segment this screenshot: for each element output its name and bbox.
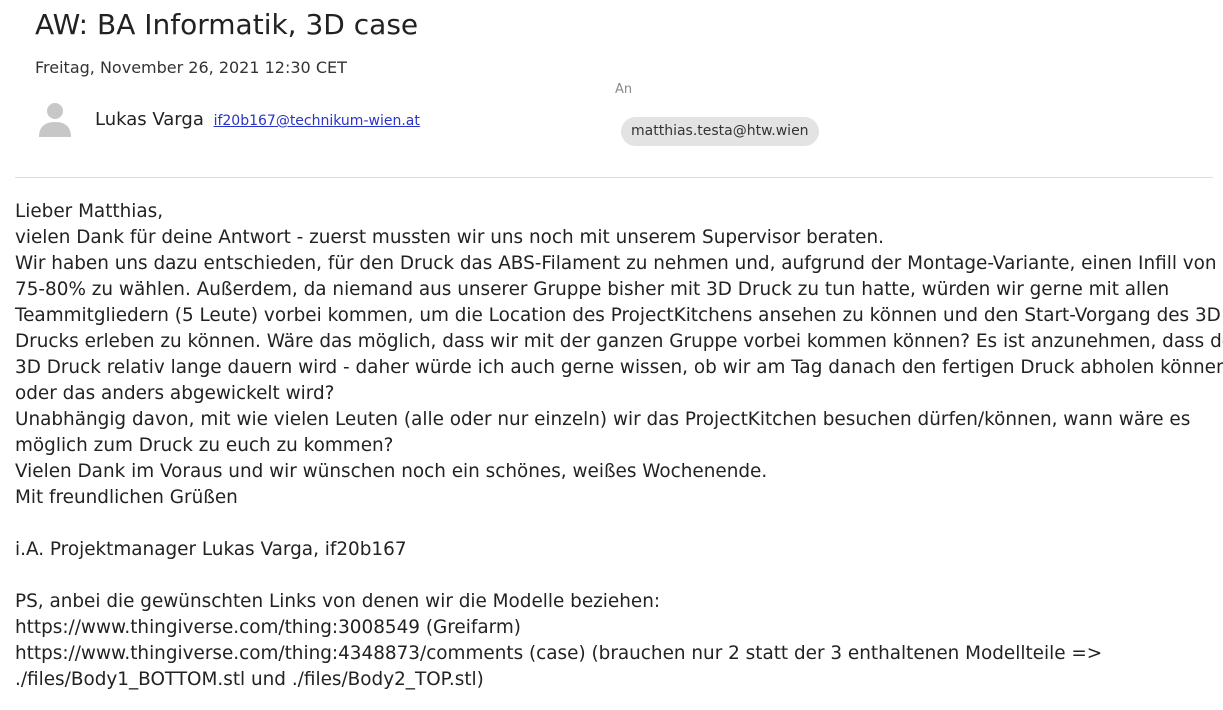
body-line: 3D Druck relativ lange dauern wird - dah… [15,357,1223,378]
body-line [15,511,1215,537]
body-line: Drucks erleben zu können. Wäre das mögli… [15,331,1223,352]
body-line: Vielen Dank im Voraus und wir wünschen n… [15,461,768,482]
header-divider [15,177,1213,178]
body-line: oder das anders abgewickelt wird? [15,383,335,404]
body-line: Mit freundlichen Grüßen [15,487,238,508]
email-date: Freitag, November 26, 2021 12:30 CET [35,58,347,77]
body-line: Unabhängig davon, mit wie vielen Leuten … [15,409,1191,430]
to-label: An [615,82,633,97]
email-body: Lieber Matthias, vielen Dank für deine A… [15,199,1223,693]
sender-name: Lukas Varga [95,109,204,130]
link-text: https://www.thingiverse.com/thing:300854… [15,617,521,638]
recipient-chip[interactable]: matthias.testa@htw.wien [621,117,819,146]
sender-avatar [37,101,73,137]
body-line: möglich zum Druck zu euch zu kommen? [15,435,394,456]
body-line: ./files/Body1_BOTTOM.stl und ./files/Bod… [15,669,484,690]
link-text: https://www.thingiverse.com/thing:434887… [15,643,1103,664]
sender-email-link[interactable]: if20b167@technikum-wien.at [214,113,420,129]
person-icon [39,103,71,137]
email-subject: AW: BA Informatik, 3D case [35,8,419,41]
sender-line: Lukas Varga if20b167@technikum-wien.at [95,108,420,133]
body-line: Lieber Matthias, [15,201,164,222]
body-line: vielen Dank für deine Antwort - zuerst m… [15,227,884,248]
body-line: PS, anbei die gewünschten Links von dene… [15,591,661,612]
body-line [15,563,1215,589]
body-line: Wir haben uns dazu entschieden, für den … [15,253,1217,274]
body-line: 75-80% zu wählen. Außerdem, da niemand a… [15,279,1170,300]
body-line: Teammitgliedern (5 Leute) vorbei kommen,… [15,305,1221,326]
signature-line: i.A. Projektmanager Lukas Varga, if20b16… [15,539,407,560]
